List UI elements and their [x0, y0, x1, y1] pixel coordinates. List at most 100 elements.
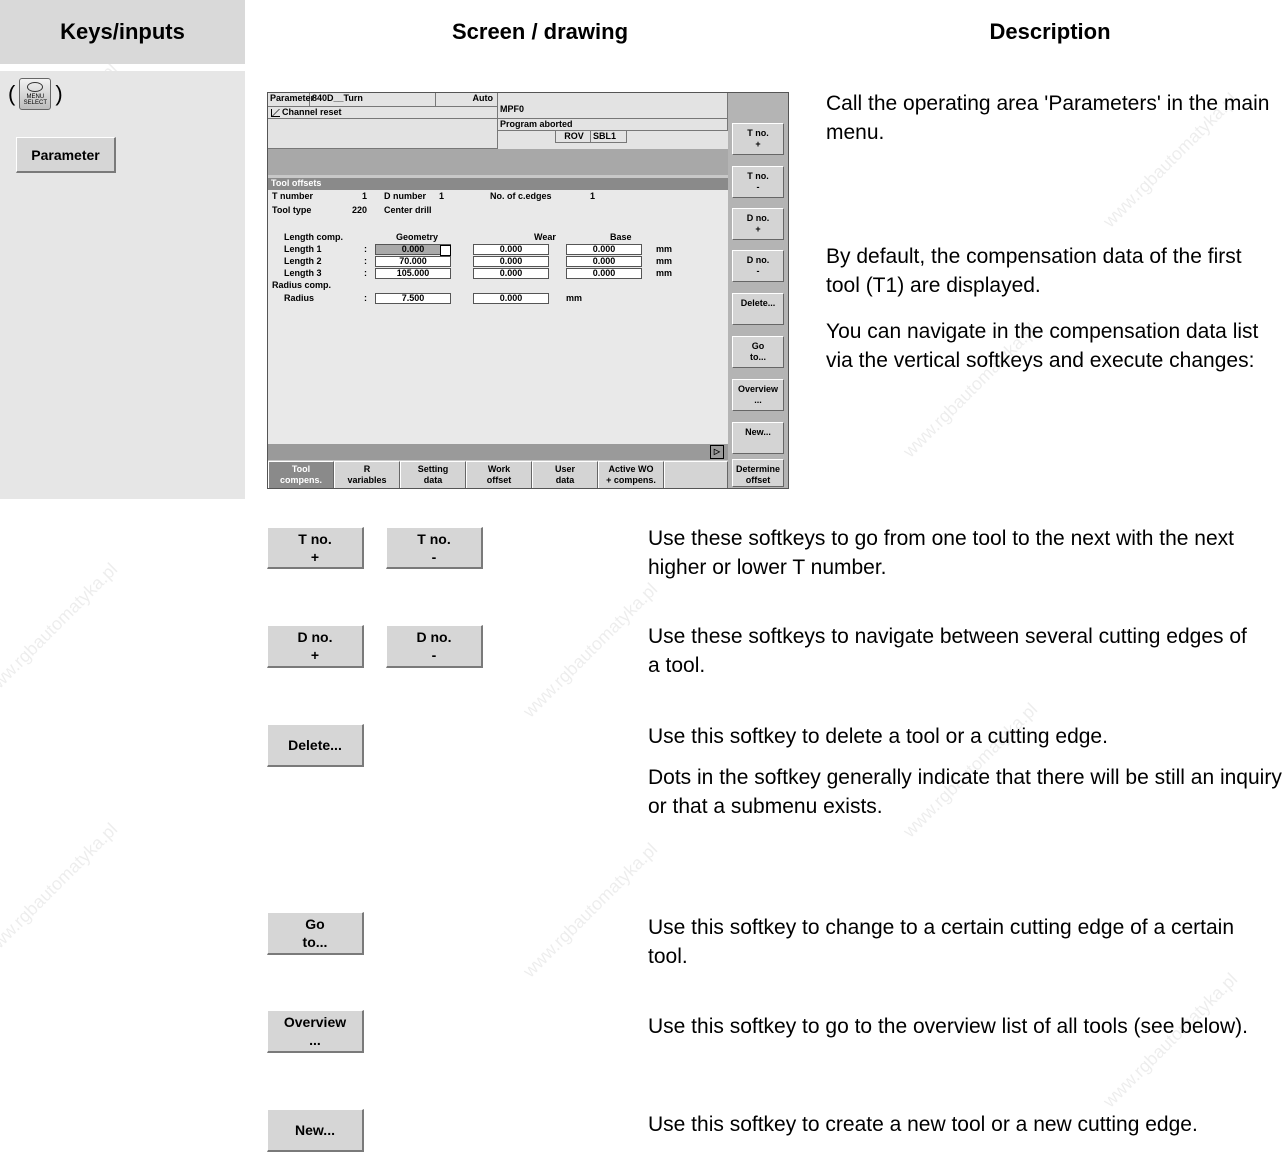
vsk-d-plus[interactable]: D no. + [732, 208, 784, 240]
sbl-indicator: SBL1 [591, 131, 627, 143]
header-keys-inputs: Keys/inputs [0, 0, 245, 64]
d-no-plus-softkey[interactable]: D no. + [267, 625, 364, 668]
length3-geometry-field[interactable]: 105.000 [375, 268, 451, 279]
watermark: www.rgbautomatyka.pl [0, 559, 122, 702]
hsk-empty[interactable] [664, 461, 728, 488]
desc-navigate: You can navigate in the compensation dat… [826, 320, 1259, 372]
vsk-goto[interactable]: Go to... [732, 336, 784, 368]
radius-comp-label: Radius comp. [272, 280, 332, 290]
edges-label: No. of c.edges [490, 191, 552, 201]
parameter-button[interactable]: Parameter [16, 137, 116, 173]
row-colon: : [364, 268, 367, 278]
radius-label: Radius [284, 293, 315, 303]
row-label: Length 2 [284, 256, 322, 266]
new-softkey[interactable]: New... [267, 1109, 364, 1152]
length1-wear-field[interactable]: 0.000 [473, 244, 549, 255]
length2-geometry-field[interactable]: 70.000 [375, 256, 451, 267]
vsk-d-minus[interactable]: D no. - [732, 250, 784, 282]
radius-wear-field[interactable]: 0.000 [473, 293, 549, 304]
menu-select-key-group: ( MENU SELECT ) [8, 78, 63, 110]
row-unit: mm [656, 256, 673, 266]
machine-label: 840D__Turn [310, 93, 436, 107]
vsk-delete[interactable]: Delete... [732, 293, 784, 325]
row-unit: mm [656, 244, 673, 254]
radius-geometry-field[interactable]: 7.500 [375, 293, 451, 304]
tool-offsets-body: T number 1 D number 1 No. of c.edges 1 T… [268, 190, 728, 444]
hsk-setting-data[interactable]: Setting data [400, 461, 466, 488]
t-no-plus-softkey[interactable]: T no. + [267, 527, 364, 569]
length2-wear-field[interactable]: 0.000 [473, 256, 549, 267]
alarm-line [268, 149, 728, 175]
tool-type-name: Center drill [384, 205, 432, 215]
reset-icon [271, 109, 280, 117]
tool-type-value: 220 [352, 205, 368, 215]
mode-label: Auto [436, 93, 498, 107]
desc-dots: Dots in the softkey generally indicate t… [648, 766, 1282, 818]
hsk-work-offset[interactable]: Work offset [466, 461, 532, 488]
delete-softkey[interactable]: Delete... [267, 724, 364, 767]
program-name: MPF0 [498, 93, 728, 119]
vsk-t-plus[interactable]: T no. + [732, 123, 784, 155]
menu-key-label: MENU SELECT [23, 94, 47, 106]
desc-delete: Use this softkey to delete a tool or a c… [648, 725, 1108, 748]
rov-indicator: ROV [555, 131, 591, 143]
col-wear: Wear [534, 232, 556, 242]
hmi-screen: Parameter 840D__Turn Auto MPF0 Channel r… [267, 92, 789, 489]
t-no-minus-softkey[interactable]: T no. - [386, 527, 483, 569]
section-title: Tool offsets [268, 178, 728, 190]
d-number-value: 1 [439, 191, 445, 201]
header-screen-drawing: Screen / drawing [451, 19, 629, 44]
hsk-user-data[interactable]: User data [532, 461, 598, 488]
channel-info [268, 119, 498, 149]
row-colon: : [364, 244, 367, 254]
menu-select-key-icon[interactable]: MENU SELECT [19, 78, 52, 110]
desc-goto: Use this softkey to change to a certain … [648, 916, 1235, 968]
length3-wear-field[interactable]: 0.000 [473, 268, 549, 279]
watermark: www.rgbautomatyka.pl [0, 819, 122, 962]
d-no-minus-softkey[interactable]: D no. - [386, 625, 483, 668]
length3-base-field[interactable]: 0.000 [566, 268, 642, 279]
goto-softkey[interactable]: Go to... [267, 912, 364, 955]
page-forward-icon[interactable]: ▷ [710, 445, 724, 459]
status-bar: ▷ [268, 444, 728, 460]
vertical-softkey-bar: T no. + T no. - D no. + D no. - Delete..… [728, 93, 788, 488]
vsk-overview[interactable]: Overview ... [732, 379, 784, 411]
watermark: www.rgbautomatyka.pl [519, 579, 662, 722]
length1-base-field[interactable]: 0.000 [566, 244, 642, 255]
vsk-new[interactable]: New... [732, 422, 784, 454]
col-base: Base [610, 232, 632, 242]
d-number-label: D number [384, 191, 427, 201]
length2-base-field[interactable]: 0.000 [566, 256, 642, 267]
row-label: Length 1 [284, 244, 322, 254]
desc-call-area: Call the operating area 'Parameters' in … [826, 92, 1270, 144]
hsk-active-wo[interactable]: Active WO + compens. [598, 461, 664, 488]
desc-overview: Use this softkey to go to the overview l… [648, 1015, 1248, 1038]
tool-type-label: Tool type [272, 205, 312, 215]
overview-softkey[interactable]: Overview ... [267, 1010, 364, 1053]
edges-value: 1 [590, 191, 596, 201]
t-number-value: 1 [362, 191, 368, 201]
channel-state: Channel reset [268, 107, 498, 119]
vsk-determine-offset[interactable]: Determine offset [732, 459, 784, 487]
row-label: Length 3 [284, 268, 322, 278]
header-description: Description [989, 19, 1111, 44]
desc-new: Use this softkey to create a new tool or… [648, 1113, 1198, 1136]
screen-header: Parameter 840D__Turn Auto MPF0 Channel r… [268, 93, 728, 149]
col-geometry: Geometry [396, 232, 439, 242]
radius-colon: : [364, 293, 367, 303]
length-comp-label: Length comp. [284, 232, 343, 242]
hsk-r-variables[interactable]: R variables [334, 461, 400, 488]
program-state: Program aborted [498, 119, 728, 131]
desc-d-keys: Use these softkeys to navigate between s… [648, 625, 1247, 677]
vsk-t-minus[interactable]: T no. - [732, 166, 784, 198]
edit-cursor-icon [440, 245, 451, 256]
hsk-tool-compens[interactable]: Tool compens. [268, 461, 334, 488]
row-unit: mm [656, 268, 673, 278]
area-label: Parameter [268, 93, 314, 107]
radius-unit: mm [566, 293, 583, 303]
open-paren: ( [8, 81, 16, 106]
oval-icon [27, 82, 44, 92]
t-number-label: T number [272, 191, 314, 201]
watermark: www.rgbautomatyka.pl [519, 839, 662, 982]
desc-t-keys: Use these softkeys to go from one tool t… [648, 527, 1234, 579]
